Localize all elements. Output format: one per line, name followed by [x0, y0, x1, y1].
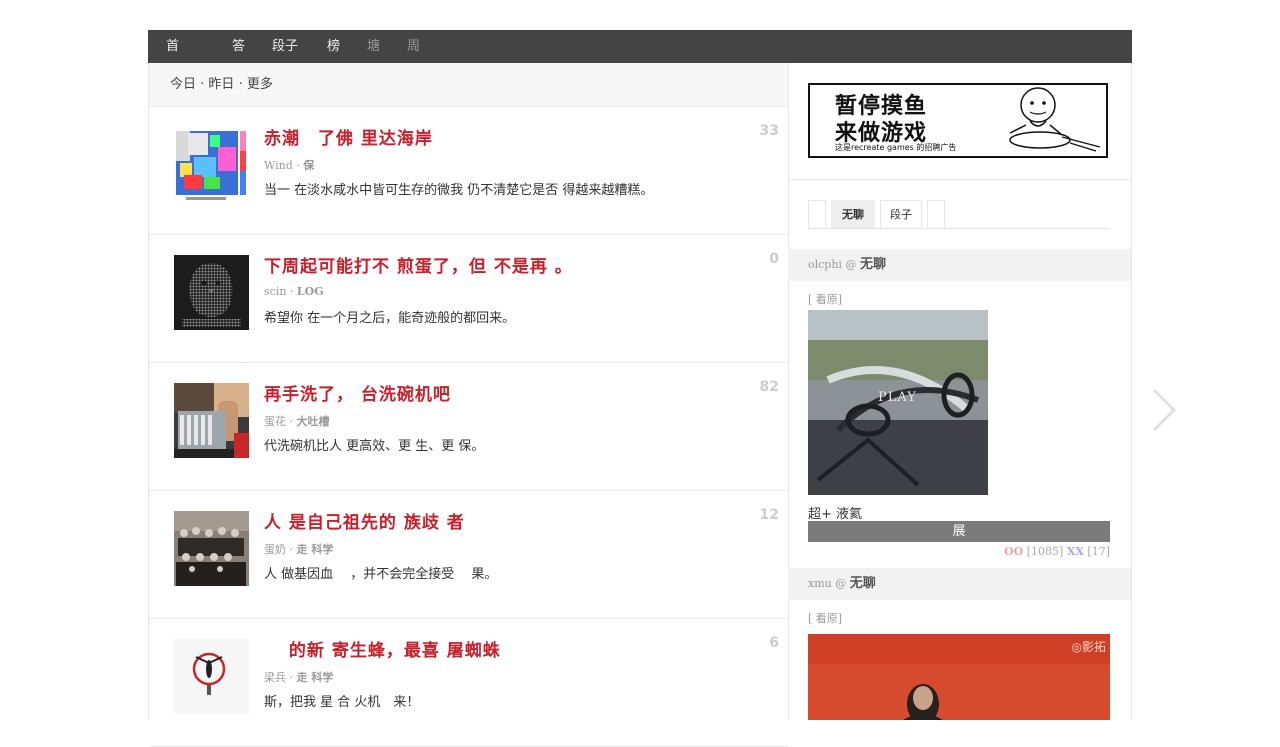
- ad-character-illustration: [1009, 87, 1101, 152]
- subnav-yesterday[interactable]: 昨日: [208, 77, 234, 92]
- post-thumbnail-family-photo[interactable]: [174, 511, 249, 586]
- nav-item-qa[interactable]: 答: [232, 30, 245, 63]
- post-author: scin: [264, 285, 287, 298]
- side-post-category[interactable]: 无聊: [850, 576, 876, 591]
- vote-oo-button[interactable]: OO: [1004, 545, 1023, 558]
- post-excerpt: 斯，把我 星 合 火机 来！: [264, 695, 420, 710]
- vote-xx-count: [17]: [1087, 545, 1110, 558]
- gif-play-label[interactable]: PLAY: [878, 390, 917, 405]
- comment-count[interactable]: 33: [760, 123, 779, 139]
- image-watermark: ◎影拓: [1071, 640, 1106, 654]
- subnav-today[interactable]: 今日: [170, 77, 196, 92]
- subnav-separator: ·: [196, 77, 209, 92]
- see-original-link[interactable]: [ 看原]: [808, 610, 842, 626]
- nav-item-jokes[interactable]: 段子: [272, 30, 298, 63]
- nav-item-week[interactable]: 周: [407, 30, 420, 63]
- post-title[interactable]: 赤潮 了佛 里达海岸: [264, 124, 433, 149]
- expand-button[interactable]: 展: [808, 521, 1110, 542]
- side-post-user[interactable]: xmu: [808, 577, 832, 590]
- post-author: 蛋花: [264, 415, 286, 428]
- nav-item-home[interactable]: 首: [166, 30, 179, 63]
- at-sign: @: [831, 577, 850, 590]
- top-nav: 首 答 段子 榜 塘 周: [148, 30, 1132, 63]
- post-title[interactable]: 的新 寄生蜂，最喜 屠蜘蛛: [264, 636, 501, 661]
- see-original-link[interactable]: [ 看原]: [808, 291, 842, 307]
- comment-count[interactable]: 12: [760, 507, 779, 523]
- vote-oo-count: [1085]: [1026, 545, 1064, 558]
- post-excerpt: 代洗碗机比人 更高效、更 生、更 保。: [264, 439, 485, 454]
- nav-item-pond[interactable]: 塘: [367, 30, 380, 63]
- post-excerpt: 当一 在淡水咸水中皆可生存的微我 仍不清楚它是否 得越来越糟糕。: [264, 183, 654, 198]
- post-tag[interactable]: 保: [303, 159, 314, 172]
- post-item: 再手洗了， 台洗碗机吧 蛋花 · 大吐槽 代洗碗机比人 更高效、更 生、更 保。…: [149, 363, 788, 491]
- post-meta: Wind · 保: [264, 159, 315, 172]
- vote-xx-button[interactable]: XX: [1067, 545, 1084, 558]
- post-meta: 蛋花 · 大吐槽: [264, 415, 330, 428]
- date-subnav: 今日 · 昨日 · 更多: [149, 63, 788, 107]
- side-post-header: olcphi @ 无聊: [788, 249, 1131, 281]
- post-thumbnail-jandan[interactable]: [174, 255, 249, 330]
- side-post-image-gif[interactable]: PLAY: [808, 310, 988, 495]
- post-tag[interactable]: LOG: [297, 285, 324, 298]
- side-post-image[interactable]: ◎影拓: [808, 634, 1110, 720]
- post-title[interactable]: 人 是自己祖先的 族歧 者: [264, 508, 465, 533]
- post-item: 赤潮 了佛 里达海岸 Wind · 保 当一 在淡水咸水中皆可生存的微我 仍不清…: [149, 107, 788, 235]
- post-thumbnail-map[interactable]: [174, 127, 249, 202]
- post-tag[interactable]: 大吐槽: [297, 415, 330, 428]
- comment-count[interactable]: 0: [769, 251, 779, 267]
- post-tag[interactable]: 走 科学: [297, 671, 334, 684]
- sidebar-divider: [788, 179, 1131, 180]
- sidebar-tabs: 无聊 段子: [808, 200, 1110, 229]
- recruit-ad-banner[interactable]: 暂停摸鱼 来做游戏 这是recreate games 的招聘广告: [808, 83, 1108, 158]
- post-tag[interactable]: 走 科学: [297, 543, 334, 556]
- sidebar-tab-boring[interactable]: 无聊: [831, 200, 875, 228]
- side-post-user[interactable]: olcphi: [808, 258, 842, 271]
- post-author: Wind: [264, 159, 293, 172]
- sidebar-tab-empty[interactable]: [927, 200, 945, 228]
- post-author: 梁兵: [264, 671, 286, 684]
- post-author: 蛋奶: [264, 543, 286, 556]
- subnav-more[interactable]: 更多: [247, 77, 273, 92]
- post-thumbnail-wasp-logo[interactable]: [174, 639, 249, 714]
- chevron-right-icon[interactable]: [1148, 388, 1178, 432]
- side-post-caption: 超+ 液氦: [808, 507, 863, 522]
- post-title[interactable]: 下周起可能打不 煎蛋了，但 不是再 。: [264, 252, 573, 277]
- side-post-header: xmu @ 无聊: [788, 568, 1131, 600]
- sidebar: 暂停摸鱼 来做游戏 这是recreate games 的招聘广告 无聊 段子 o…: [788, 63, 1132, 720]
- post-excerpt: 希望你 在一个月之后，能奇迹般的都回来。: [264, 311, 516, 326]
- subnav-separator: ·: [234, 77, 247, 92]
- comment-count[interactable]: 6: [769, 635, 779, 651]
- post-item: 人 是自己祖先的 族歧 者 蛋奶 · 走 科学 人 做基因血 ，并不会完全接受 …: [149, 491, 788, 619]
- main-column: 今日 · 昨日 · 更多 赤潮 了佛 里达海岸 Wind · 保 当一 在淡水咸…: [148, 63, 789, 747]
- sidebar-tab-empty[interactable]: [808, 200, 826, 228]
- post-meta: scin · LOG: [264, 285, 324, 298]
- at-sign: @: [841, 258, 860, 271]
- post-thumbnail-dishwasher[interactable]: [174, 383, 249, 458]
- sidebar-tab-jokes[interactable]: 段子: [880, 200, 922, 228]
- post-item: 的新 寄生蜂，最喜 屠蜘蛛 梁兵 · 走 科学 斯，把我 星 合 火机 来！ 6: [149, 619, 788, 747]
- post-meta: 梁兵 · 走 科学: [264, 671, 334, 684]
- post-title[interactable]: 再手洗了， 台洗碗机吧: [264, 380, 451, 405]
- post-meta: 蛋奶 · 走 科学: [264, 543, 334, 556]
- side-post-category[interactable]: 无聊: [860, 257, 886, 272]
- comment-count[interactable]: 82: [760, 379, 779, 395]
- post-excerpt: 人 做基因血 ，并不会完全接受 果。: [264, 567, 498, 582]
- vote-bar: OO [1085] XX [17]: [1004, 545, 1110, 558]
- ad-line-3: 这是recreate games 的招聘广告: [835, 143, 957, 152]
- nav-item-ranking[interactable]: 榜: [327, 30, 340, 63]
- post-item: 下周起可能打不 煎蛋了，但 不是再 。 scin · LOG 希望你 在一个月之…: [149, 235, 788, 363]
